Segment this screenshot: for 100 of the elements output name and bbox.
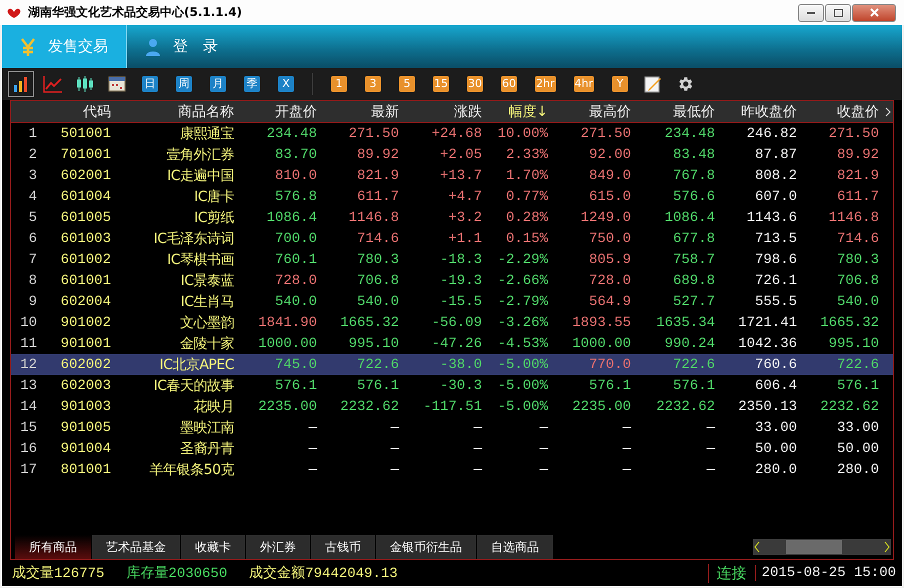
period-button[interactable]: 日 [142,76,158,92]
period-button[interactable]: 月 [210,76,226,92]
row-number: 1 [28,126,37,142]
price-cell-text: 745.0 [274,356,317,372]
category-tab[interactable]: 金银币衍生品 [376,535,477,559]
price-cell-text: -38.0 [438,356,482,372]
column-header[interactable]: 最新 [317,102,399,120]
table-row[interactable]: 9 602004 IC生肖马 540.0 540.0 -15.5 -2.79% 564.9 527.7 555.5 540.0 [11,291,893,312]
table-row[interactable]: 3 602001 IC走遍中国 810.0 821.9 +13.7 1.70% 849.0 767.8 808.2 821.9 [11,165,893,186]
period-button[interactable]: 周 [176,76,192,92]
name-cell-text: IC景泰蓝 [180,272,234,290]
category-tab[interactable]: 古钱币 [311,535,376,559]
table-row[interactable]: 7 601002 IC琴棋书画 760.1 780.3 -18.3 -2.29% 805.9 758.7 798.6 780.3 [11,249,893,270]
category-tab[interactable]: 外汇券 [246,535,311,559]
nav-tab[interactable]: 登 录 [127,25,236,68]
category-tab[interactable]: 艺术品基金 [92,535,181,559]
row-number: 13 [19,378,37,394]
column-header[interactable]: 代码 [37,102,111,120]
row-number: 8 [28,272,37,288]
bar-chart-icon [12,75,30,93]
column-header[interactable]: 涨跌 [399,102,482,120]
price-cell-text: 280.0 [836,462,879,478]
table-row[interactable]: 13 602003 IC春天的故事 576.1 576.1 -30.3 -5.00% 576.1 576.1 606.4 576.1 [11,375,893,396]
name-cell-text: IC走遍中国 [166,166,234,184]
scroll-right-icon[interactable] [883,541,891,553]
price-cell-text: 689.8 [672,272,715,288]
price-cell-text: 995.10 [348,336,399,352]
user-icon [145,36,161,56]
category-tab[interactable]: 所有商品 [15,535,92,559]
name-cell-text: 金陵十家 [179,334,234,352]
table-row[interactable]: 10 901002 文心墨韵 1841.90 1665.32 -56.09 -3.26% 1893.55 1635.34 1721.41 1665.32 [11,312,893,333]
table-row[interactable]: 12 602002 IC北京APEC 745.0 722.6 -38.0 -5.00% 770.0 722.6 760.6 722.6 [11,354,893,375]
price-cell-text: — [308,440,317,456]
column-header[interactable]: 昨收盘价 [715,102,797,120]
price-cell-text: 722.6 [836,356,879,372]
price-cell-text: 2235.00 [257,398,317,414]
price-cell-text: +13.7 [438,168,482,184]
period-button[interactable]: 季 [244,76,260,92]
price-cell-text: — [472,420,482,436]
app-logo-icon [6,6,22,18]
table-row[interactable]: 11 901001 金陵十家 1000.00 995.10 -47.26 -4.53% 1000.00 990.24 1042.36 995.10 [11,333,893,354]
chart-view-button[interactable] [8,71,34,97]
price-cell-text: 808.2 [754,168,797,184]
period-button[interactable]: X [278,76,294,92]
table-row[interactable]: 14 901003 花映月 2235.00 2232.62 -117.51 -5.00% 2235.00 2232.62 2350.13 2232.62 [11,396,893,417]
category-tab[interactable]: 收藏卡 [181,535,246,559]
table-row[interactable]: 15 901005 墨映江南 — — — — — — 33.00 33.00 [11,417,893,438]
scroll-right-icon[interactable] [885,106,891,116]
column-header[interactable]: 最低价 [631,102,715,120]
price-cell-text: 234.48 [664,126,715,142]
price-cell-text: -2.66% [496,272,548,288]
line-chart-icon [43,75,63,93]
price-cell-text: 849.0 [588,168,631,184]
table-row[interactable]: 6 601003 IC毛泽东诗词 700.0 714.6 +1.1 0.15% 750.0 677.8 713.5 714.6 [11,228,893,249]
row-number: 14 [19,398,37,414]
minimize-button[interactable] [798,4,824,22]
price-cell-text: 564.9 [588,294,631,310]
scroll-left-icon[interactable] [753,541,761,553]
price-cell-text: — [538,462,548,478]
price-cell-text: 2.33% [504,146,548,162]
window-title: 湖南华强文化艺术品交易中心(5.1.1.4) [28,4,244,21]
price-cell-text: 92.00 [588,146,631,162]
code-cell-text: 801001 [60,462,111,478]
column-header[interactable]: 收盘价 [797,102,879,120]
column-header[interactable]: 商品名称 [111,102,234,120]
price-cell-text: — [472,462,482,478]
table-row[interactable]: 5 601005 IC剪纸 1086.4 1146.8 +3.2 0.28% 1249.0 1086.4 1143.6 1146.8 [11,207,893,228]
horizontal-scrollbar[interactable] [753,539,891,555]
close-button[interactable] [852,4,896,22]
price-cell-text: -2.29% [496,252,548,268]
table-row[interactable]: 8 601001 IC景泰蓝 728.0 706.8 -19.3 -2.66% 728.0 689.8 726.1 706.8 [11,270,893,291]
price-cell-text: 706.8 [836,272,879,288]
table-row[interactable]: 4 601004 IC唐卡 576.8 611.7 +4.7 0.77% 615.0 576.6 607.0 611.7 [11,186,893,207]
price-cell-text: 576.1 [274,378,317,394]
datetime: 2015-08-25 15:00 [754,565,902,581]
price-cell-text: — [706,420,715,436]
price-cell-text: 770.0 [588,356,631,372]
table-row[interactable]: 2 701001 壹角外汇券 83.70 89.92 +2.05 2.33% 92.00 83.48 87.87 89.92 [11,144,893,165]
price-cell-text: 995.10 [828,336,879,352]
column-header[interactable]: 最高价 [548,102,631,120]
maximize-button[interactable] [825,4,851,22]
price-cell-text: -56.09 [430,314,482,330]
price-cell-text: 0.28% [504,210,548,226]
price-cell-text: — [390,462,399,478]
table-row[interactable]: 1 501001 康熙通宝 234.48 271.50 +24.68 10.00% 271.50 234.48 246.82 271.50 [11,123,893,144]
column-header[interactable]: 开盘价 [234,102,317,120]
name-cell-text: 墨映江南 [179,418,234,436]
row-number: 12 [19,356,37,372]
price-cell-text: 87.87 [754,146,797,162]
table-row[interactable]: 17 801001 羊年银条50克 — — — — — — 280.0 280.0 [11,459,893,480]
pencil-icon[interactable] [644,75,662,93]
table-row[interactable]: 16 901004 圣裔丹青 — — — — — — 50.00 50.00 [11,438,893,459]
price-cell-text: -5.00% [496,378,548,394]
price-cell-text: 83.48 [672,146,715,162]
status-stat: 成交金额79442049.13 [249,564,398,582]
category-tab[interactable]: 自选商品 [477,535,554,559]
row-number: 5 [28,210,37,226]
price-cell-text: — [390,420,399,436]
price-cell-text: 700.0 [274,230,317,246]
column-header[interactable]: 幅度↓ [482,102,548,120]
